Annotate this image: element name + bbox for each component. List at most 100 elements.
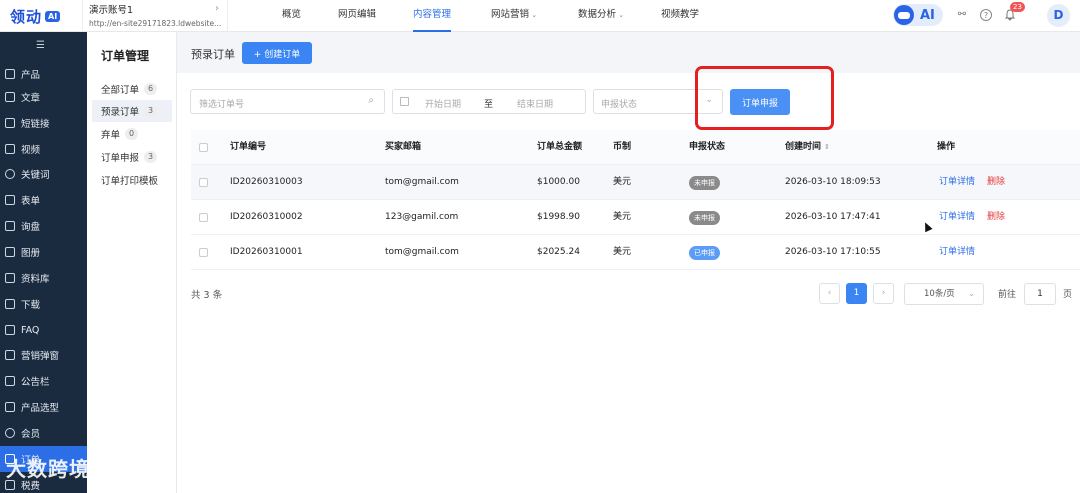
sidebar-item-articles[interactable]: 文章 [0,84,87,110]
submenu-item-label: 订单申报 [101,153,140,164]
sidebar-item-downloads[interactable]: 下载 [0,291,87,317]
row-checkbox[interactable] [199,248,208,257]
ai-assistant-button[interactable]: AI [893,4,943,26]
sidebar-item-keywords[interactable]: 关键词 [0,161,87,187]
create-order-button[interactable]: + 创建订单 [242,42,312,64]
ai-label: AI [920,7,935,23]
sidebar-item-label: 文章 [21,93,41,104]
help-icon[interactable]: ? [980,9,992,21]
delete-link[interactable]: 删除 [987,200,1005,235]
status-badge: 未申报 [689,176,720,190]
account-name: 演示账号1 [89,5,134,16]
app-root: 领动 AI 演示账号1 http://en-site29171823.ldweb… [0,0,1080,493]
sidebar-item-announcements[interactable]: 公告栏 [0,368,87,394]
page-title: 预录订单 [191,48,235,61]
link-icon[interactable]: ⚯ [956,9,968,21]
page-size-value: 10条/页 [924,289,955,299]
sidebar-item-label: 营销弹窗 [21,351,60,362]
table-row: ID20260310002 123@gamil.com $1998.90 美元 … [191,200,1080,235]
header-created-label: 创建时间 [785,142,822,152]
sidebar-item-label: 下载 [21,300,41,311]
nav-site-marketing-label: 网站营销 [491,9,530,20]
logo[interactable]: 领动 AI [10,6,61,27]
sidebar-item-label: FAQ [21,324,40,336]
submenu-item-pre-orders[interactable]: 预录订单 3 [92,100,172,122]
date-range-picker[interactable]: 开始日期 至 结束日期 [392,89,586,114]
table-row: ID20260310003 tom@gmail.com $1000.00 美元 … [191,165,1080,200]
currency: 美元 [613,177,632,187]
database-icon [5,273,15,283]
start-date-placeholder: 开始日期 [425,100,462,110]
order-detail-link[interactable]: 订单详情 [939,165,975,200]
header-actions: 操作 [937,142,956,152]
avatar[interactable]: D [1047,4,1070,27]
left-sidebar: ☰ 产品 文章 短链接 视频 关键词 表单 询盘 图册 资料库 下载 FAQ 营… [0,32,87,493]
nav-content-management[interactable]: 内容管理 [413,0,452,32]
sidebar-item-members[interactable]: 会员 [0,420,87,446]
nav-data-analysis[interactable]: 数据分析 ⌄ [578,0,624,32]
goto-label: 前往 [998,290,1017,300]
keyword-icon [5,169,15,179]
table-row: ID20260310001 tom@gmail.com $2025.24 美元 … [191,235,1080,270]
cube-icon [5,402,15,412]
nav-page-edit[interactable]: 网页编辑 [338,0,376,32]
submenu-item-abandoned[interactable]: 弃单 0 [92,123,172,145]
sidebar-item-albums[interactable]: 图册 [0,239,87,265]
chevron-down-icon: ⌄ [616,11,625,19]
logo-ai-badge: AI [45,11,61,22]
orders-card: 筛选订单号 ⌕ 开始日期 至 结束日期 申报状态 ⌄ 订单申报 订单编号 买家邮 [177,66,1080,493]
chevron-down-icon: ⌄ [529,11,538,19]
buyer-email: tom@gmail.com [385,177,459,187]
submenu-item-all-orders[interactable]: 全部订单 6 [92,78,172,100]
sidebar-item-forms[interactable]: 表单 [0,187,87,213]
submenu-title: 订单管理 [101,49,150,63]
header-amount: 订单总金额 [537,142,583,152]
collapse-menu-icon[interactable]: ☰ [36,40,45,51]
order-detail-link[interactable]: 订单详情 [939,200,975,235]
submenu-item-print-template[interactable]: 订单打印模板 [92,169,172,191]
page-size-select[interactable]: 10条/页 ⌄ [904,283,984,305]
submenu-item-label: 预录订单 [101,107,140,118]
sidebar-item-videos[interactable]: 视频 [0,136,87,162]
created-time: 2026-03-10 17:47:41 [785,212,881,222]
announcement-icon [5,376,15,386]
select-all-checkbox[interactable] [199,143,208,152]
account-switcher[interactable]: 演示账号1 http://en-site29171823.ldwebsite..… [82,0,228,32]
robot-icon [894,5,914,25]
row-checkbox[interactable] [199,178,208,187]
delete-link[interactable]: 删除 [987,165,1005,200]
submenu-item-declaration[interactable]: 订单申报 3 [92,146,172,168]
page-number-button[interactable]: 1 [846,283,867,304]
sidebar-item-label: 图册 [21,248,41,259]
nav-overview[interactable]: 概览 [282,0,301,32]
sidebar-item-inquiries[interactable]: 询盘 [0,213,87,239]
sidebar-item-library[interactable]: 资料库 [0,265,87,291]
currency: 美元 [613,212,632,222]
sidebar-item-short-links[interactable]: 短链接 [0,110,87,136]
sidebar-item-popups[interactable]: 营销弹窗 [0,342,87,368]
calendar-icon [400,97,409,106]
prev-page-button[interactable]: ‹ [819,283,840,304]
goto-page-input[interactable]: 1 [1024,283,1056,305]
date-separator: 至 [484,100,494,110]
chevron-right-icon: › [215,3,219,14]
page-suffix: 页 [1063,290,1073,300]
video-icon [5,144,15,154]
nav-site-marketing[interactable]: 网站营销 ⌄ [491,0,537,32]
order-number-filter[interactable]: 筛选订单号 ⌕ [190,89,385,114]
order-id: ID20260310002 [230,212,303,222]
header-created-time[interactable]: 创建时间 ⇕ [785,130,830,165]
sidebar-item-label: 视频 [21,145,41,156]
form-icon [5,195,15,205]
faq-icon [5,325,15,335]
sidebar-item-faq[interactable]: FAQ [0,317,87,343]
order-amount: $1998.90 [537,212,580,222]
sidebar-item-label: 表单 [21,196,41,207]
sidebar-item-label: 产品 [21,70,41,81]
nav-video-tutorial[interactable]: 视频教学 [661,0,699,32]
row-checkbox[interactable] [199,213,208,222]
next-page-button[interactable]: › [873,283,894,304]
sidebar-item-label: 公告栏 [21,377,50,388]
order-detail-link[interactable]: 订单详情 [939,235,975,270]
sidebar-item-product-selection[interactable]: 产品选型 [0,394,87,420]
